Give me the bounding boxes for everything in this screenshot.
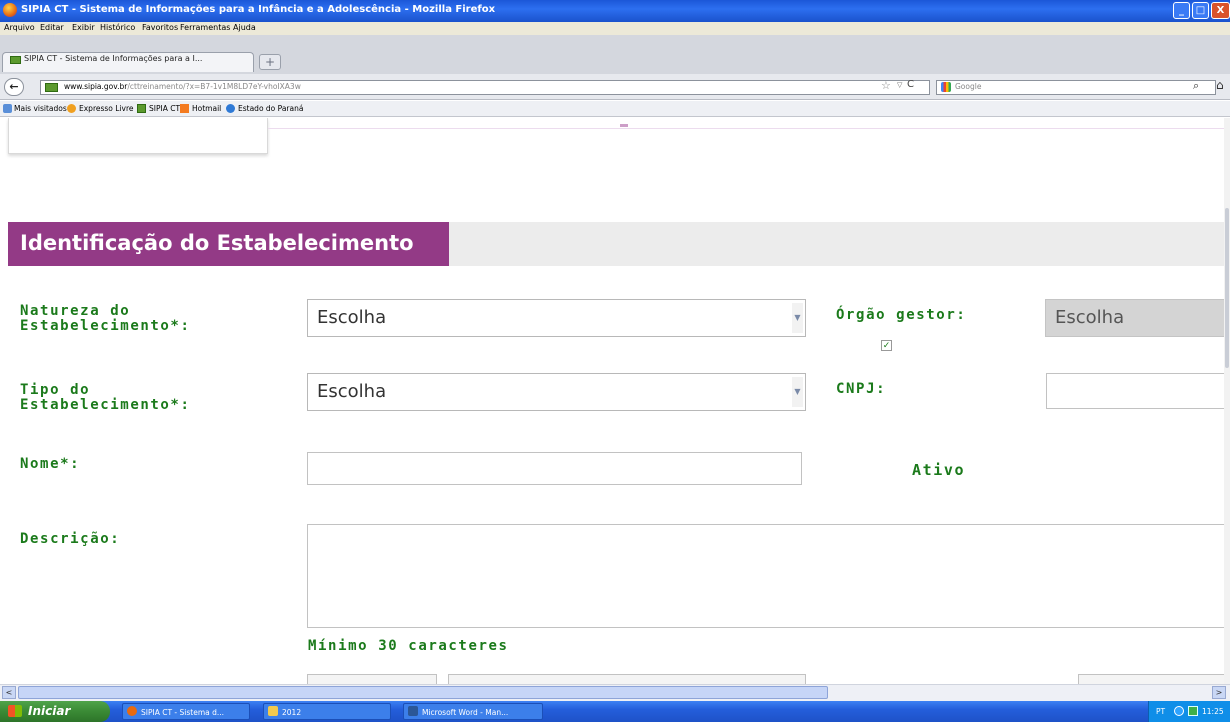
top-divider bbox=[268, 128, 1230, 129]
clock[interactable]: 11:25 bbox=[1202, 707, 1224, 716]
tipo-label: Tipo do Estabelecimento*: bbox=[20, 383, 191, 413]
estado-parana-icon bbox=[226, 104, 235, 113]
firefox-task-icon bbox=[127, 706, 137, 716]
firefox-icon bbox=[3, 3, 17, 17]
bookmark-expresso-livre[interactable]: Expresso Livre bbox=[79, 104, 134, 113]
descricao-label: Descrição: bbox=[20, 531, 121, 547]
menu-editar[interactable]: Editar bbox=[40, 23, 64, 32]
section-title: Identificação do Estabelecimento bbox=[8, 222, 449, 266]
search-placeholder: Google bbox=[955, 82, 982, 91]
window-title: SIPIA CT - Sistema de Informações para a… bbox=[21, 4, 496, 15]
menu-exibir[interactable]: Exibir bbox=[72, 23, 95, 32]
top-menu-panel bbox=[8, 118, 268, 154]
vertical-scrollbar-thumb[interactable] bbox=[1225, 208, 1229, 368]
natureza-value: Escolha bbox=[317, 307, 387, 328]
taskbar-item-firefox[interactable]: SIPIA CT - Sistema d... bbox=[122, 703, 250, 720]
most-visited-icon bbox=[3, 104, 12, 113]
descricao-textarea[interactable] bbox=[307, 524, 1230, 628]
scroll-left-button[interactable]: < bbox=[2, 686, 16, 699]
security-icon[interactable] bbox=[1188, 706, 1198, 716]
expresso-livre-icon bbox=[67, 104, 76, 113]
chevron-down-icon[interactable]: ▼ bbox=[792, 377, 803, 407]
back-button[interactable]: ← bbox=[4, 78, 24, 96]
cnpj-label: CNPJ: bbox=[836, 381, 887, 397]
url-path: /cttreinamento/?x=B7-1v1M8LD7eY-vhoIXA3w bbox=[127, 82, 301, 91]
chevron-down-icon[interactable]: ▼ bbox=[792, 303, 803, 333]
natureza-label: Natureza do Estabelecimento*: bbox=[20, 304, 191, 334]
nome-input[interactable] bbox=[307, 452, 802, 485]
partial-row-field-2[interactable] bbox=[448, 674, 806, 684]
close-button[interactable]: X bbox=[1211, 2, 1230, 19]
natureza-label-line2: Estabelecimento*: bbox=[20, 318, 191, 334]
ativo-label: Ativo bbox=[912, 461, 966, 479]
menu-historico[interactable]: Histórico bbox=[100, 23, 135, 32]
reload-icon[interactable]: C bbox=[907, 79, 914, 90]
url-text[interactable]: www.sipia.gov.br/cttreinamento/?x=B7-1v1… bbox=[64, 82, 301, 91]
url-dropdown-icon[interactable]: ▽ bbox=[897, 81, 902, 89]
menu-ajuda[interactable]: Ajuda bbox=[233, 23, 256, 32]
tipo-label-line1: Tipo do bbox=[20, 382, 91, 398]
orgao-gestor-label: Órgão gestor: bbox=[836, 307, 967, 323]
menu-bar: Arquivo Editar Exibir Histórico Favorito… bbox=[0, 22, 1230, 35]
natureza-label-line1: Natureza do bbox=[20, 303, 131, 319]
sipia-bookmark-icon bbox=[137, 104, 146, 113]
url-domain: www.sipia.gov.br bbox=[64, 82, 128, 91]
bookmark-hotmail[interactable]: Hotmail bbox=[192, 104, 221, 113]
bookmark-star-icon[interactable]: ☆ bbox=[881, 79, 891, 92]
horizontal-scrollbar-thumb[interactable] bbox=[18, 686, 828, 699]
tipo-select[interactable]: Escolha ▼ bbox=[307, 373, 806, 411]
vertical-scrollbar[interactable] bbox=[1224, 118, 1230, 684]
language-indicator[interactable]: PT bbox=[1156, 707, 1165, 716]
bookmark-mais-visitados[interactable]: Mais visitados bbox=[14, 104, 67, 113]
bookmark-sipia-ct[interactable]: SIPIA CT bbox=[149, 104, 180, 113]
partial-row-field-3[interactable] bbox=[1078, 674, 1230, 684]
top-decoration bbox=[620, 124, 628, 127]
partial-row-field-1[interactable] bbox=[307, 674, 437, 684]
browser-tab-label[interactable]: SIPIA CT - Sistema de Informações para a… bbox=[24, 54, 202, 63]
google-engine-icon[interactable] bbox=[941, 82, 951, 92]
window-title-bar[interactable]: SIPIA CT - Sistema de Informações para a… bbox=[0, 0, 1230, 22]
site-identity-icon[interactable] bbox=[45, 83, 58, 92]
natureza-select[interactable]: Escolha ▼ bbox=[307, 299, 806, 337]
word-icon bbox=[408, 706, 418, 716]
ativo-checkbox[interactable]: ✓ bbox=[881, 340, 892, 351]
nome-label: Nome*: bbox=[20, 456, 81, 472]
menu-favoritos[interactable]: Favoritos bbox=[142, 23, 178, 32]
cnpj-input[interactable] bbox=[1046, 373, 1230, 409]
taskbar-item-word[interactable]: Microsoft Word - Man... bbox=[403, 703, 543, 720]
scroll-right-button[interactable]: > bbox=[1212, 686, 1226, 699]
taskbar-item-folder[interactable]: 2012 bbox=[263, 703, 391, 720]
maximize-button[interactable]: □ bbox=[1192, 2, 1209, 19]
windows-logo-icon bbox=[8, 705, 22, 717]
folder-icon bbox=[268, 706, 278, 716]
tipo-value: Escolha bbox=[317, 381, 387, 402]
hotmail-icon bbox=[180, 104, 189, 113]
menu-ferramentas[interactable]: Ferramentas bbox=[180, 23, 230, 32]
min-chars-hint: Mínimo 30 caracteres bbox=[308, 638, 509, 654]
minimize-button[interactable]: _ bbox=[1173, 2, 1190, 19]
tipo-label-line2: Estabelecimento*: bbox=[20, 397, 191, 413]
menu-arquivo[interactable]: Arquivo bbox=[4, 23, 35, 32]
network-icon[interactable] bbox=[1174, 706, 1184, 716]
home-icon[interactable]: ⌂ bbox=[1216, 78, 1224, 92]
orgao-gestor-value: Escolha bbox=[1055, 307, 1125, 328]
bookmark-estado-parana[interactable]: Estado do Paraná bbox=[238, 104, 303, 113]
new-tab-button[interactable]: + bbox=[259, 54, 281, 70]
page-content: Identificação do Estabelecimento Naturez… bbox=[0, 118, 1230, 684]
orgao-gestor-select: Escolha bbox=[1045, 299, 1230, 337]
sipia-favicon-icon bbox=[10, 56, 21, 64]
search-icon[interactable]: ⌕ bbox=[1193, 79, 1199, 93]
